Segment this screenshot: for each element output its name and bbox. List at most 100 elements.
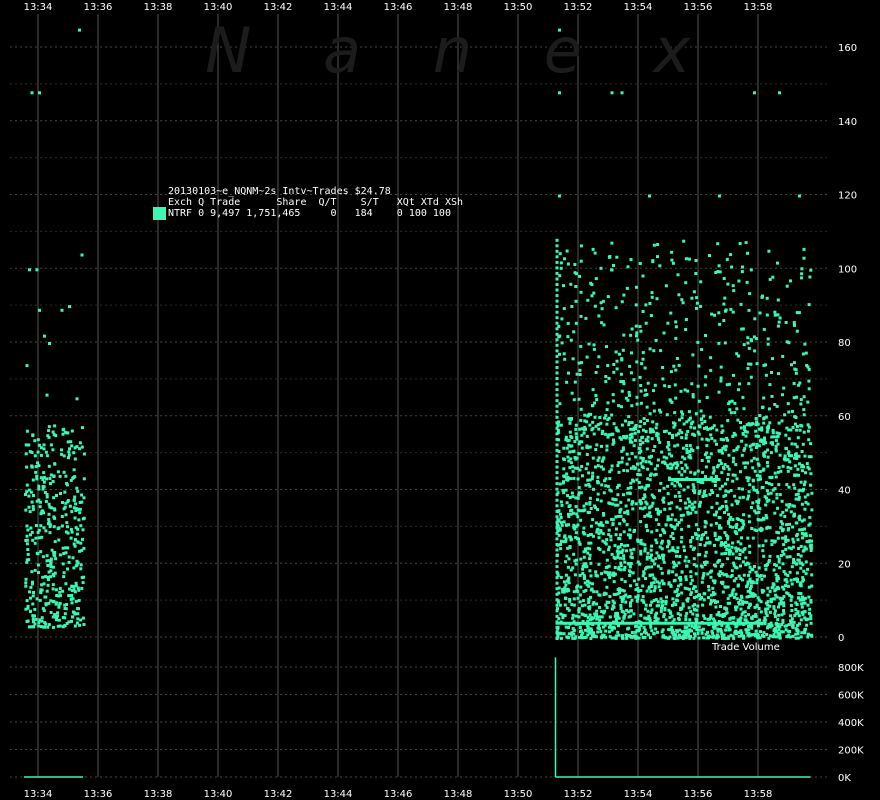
- trade-point: [37, 621, 41, 625]
- trade-point: [667, 502, 671, 506]
- trade-point: [639, 456, 643, 460]
- trade-point: [775, 404, 779, 408]
- trade-point: [558, 91, 561, 95]
- trade-point: [579, 518, 583, 522]
- trade-point: [727, 626, 731, 630]
- trade-point: [555, 410, 559, 414]
- trade-point: [781, 536, 785, 540]
- trade-point: [736, 583, 740, 587]
- trade-point: [46, 625, 50, 629]
- trade-point: [35, 268, 39, 272]
- trade-point: [770, 371, 773, 374]
- trade-point: [656, 617, 660, 621]
- trade-point: [712, 466, 716, 470]
- trade-point: [700, 628, 704, 632]
- trade-point: [555, 266, 559, 270]
- trade-point: [555, 371, 559, 375]
- trade-point: [555, 277, 559, 281]
- trade-point: [684, 433, 688, 437]
- trade-point: [616, 514, 620, 518]
- trade-point: [672, 560, 675, 564]
- trade-point: [662, 500, 666, 504]
- trade-point: [53, 508, 57, 512]
- trade-point: [621, 380, 625, 383]
- trade-point: [703, 489, 707, 493]
- trade-point: [558, 194, 561, 198]
- trade-point: [713, 484, 717, 487]
- trade-point: [555, 321, 559, 325]
- trade-point: [750, 633, 754, 637]
- trade-point: [792, 557, 796, 561]
- trade-point: [748, 565, 752, 569]
- trade-point: [807, 379, 811, 383]
- trade-point: [801, 352, 805, 356]
- trade-point: [781, 464, 785, 468]
- trade-point: [755, 362, 759, 366]
- trade-point: [686, 599, 690, 603]
- trade-point: [555, 343, 559, 347]
- trade-point: [565, 554, 569, 558]
- trade-point: [755, 603, 759, 607]
- trade-point: [61, 428, 65, 432]
- trade-point: [682, 239, 686, 243]
- trade-point: [623, 580, 627, 584]
- trade-point: [758, 414, 762, 417]
- trade-point: [41, 485, 45, 488]
- trade-point: [627, 390, 631, 394]
- time-tick-label-bottom: 13:36: [84, 789, 113, 800]
- trade-point: [690, 578, 694, 582]
- trade-point: [576, 584, 580, 588]
- trade-point: [756, 632, 759, 636]
- trade-point: [760, 428, 764, 432]
- trade-point: [741, 495, 745, 499]
- trade-point: [794, 497, 798, 501]
- trade-point: [572, 476, 576, 480]
- trade-point: [33, 454, 37, 458]
- trade-point: [806, 567, 810, 571]
- trade-point: [619, 588, 622, 592]
- trade-point: [639, 449, 643, 453]
- trade-point: [646, 381, 650, 385]
- trade-point: [776, 624, 780, 628]
- trade-point: [747, 613, 751, 617]
- trade-point: [802, 408, 806, 412]
- trade-point: [682, 545, 686, 549]
- trade-point: [55, 601, 59, 605]
- trade-point: [643, 366, 647, 370]
- trade-point: [734, 565, 738, 569]
- trade-point: [683, 559, 687, 563]
- trade-point: [574, 562, 578, 566]
- trade-point: [56, 611, 59, 615]
- trade-point: [758, 474, 762, 478]
- trade-point: [604, 432, 608, 436]
- trade-point: [666, 518, 670, 522]
- trade-point: [785, 523, 789, 527]
- trade-point: [697, 534, 701, 538]
- trade-point: [782, 601, 786, 605]
- trade-point: [584, 562, 588, 566]
- trade-point: [809, 549, 813, 552]
- trade-point: [651, 420, 655, 424]
- trade-point: [571, 357, 575, 361]
- trade-point: [58, 601, 62, 605]
- trade-point: [579, 418, 583, 422]
- trade-point: [46, 578, 50, 582]
- trade-point: [654, 538, 658, 542]
- trade-point: [605, 585, 609, 589]
- trade-point: [723, 531, 727, 535]
- trade-point: [744, 556, 748, 560]
- trade-point: [44, 450, 48, 454]
- trade-point: [614, 350, 618, 354]
- trade-point: [555, 393, 559, 397]
- trade-point: [578, 573, 582, 577]
- trade-point: [807, 429, 810, 433]
- trade-point: [695, 608, 699, 612]
- trade-point: [741, 550, 745, 554]
- trade-point: [802, 413, 806, 417]
- trade-point: [624, 600, 628, 604]
- trade-point: [765, 430, 769, 434]
- trade-point: [699, 304, 703, 308]
- trade-point: [719, 462, 723, 465]
- trade-point: [717, 449, 721, 453]
- trade-point: [596, 475, 600, 479]
